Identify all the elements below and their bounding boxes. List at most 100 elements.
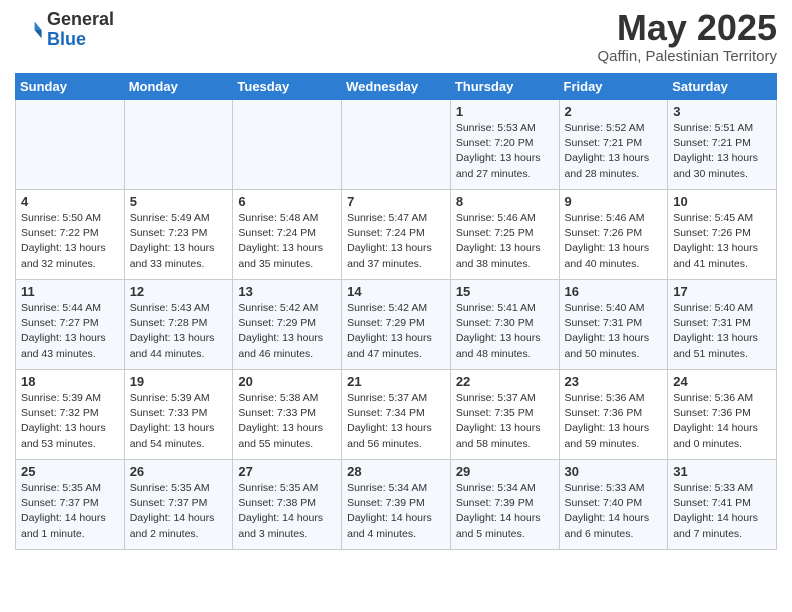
calendar-cell: 5 Sunrise: 5:49 AM Sunset: 7:23 PM Daylig… bbox=[124, 190, 233, 280]
calendar-cell: 3 Sunrise: 5:51 AM Sunset: 7:21 PM Daylig… bbox=[668, 100, 777, 190]
day-number: 31 bbox=[673, 464, 771, 479]
day-info: Sunrise: 5:48 AM Sunset: 7:24 PM Dayligh… bbox=[238, 211, 336, 272]
header-friday: Friday bbox=[559, 74, 668, 100]
day-info: Sunrise: 5:34 AM Sunset: 7:39 PM Dayligh… bbox=[347, 481, 445, 542]
logo: General Blue bbox=[15, 10, 114, 50]
day-info: Sunrise: 5:40 AM Sunset: 7:31 PM Dayligh… bbox=[565, 301, 663, 362]
calendar-cell bbox=[16, 100, 125, 190]
week-row-5: 25Sunrise: 5:35 AM Sunset: 7:37 PM Dayli… bbox=[16, 460, 777, 550]
day-info: Sunrise: 5:33 AM Sunset: 7:41 PM Dayligh… bbox=[673, 481, 771, 542]
header-monday: Monday bbox=[124, 74, 233, 100]
day-number: 8 bbox=[456, 194, 554, 209]
calendar-cell: 13 Sunrise: 5:42 AM Sunset: 7:29 PM Dayli… bbox=[233, 280, 342, 370]
calendar-cell: 30 Sunrise: 5:33 AM Sunset: 7:40 PM Dayli… bbox=[559, 460, 668, 550]
day-info: Sunrise: 5:41 AM Sunset: 7:30 PM Dayligh… bbox=[456, 301, 554, 362]
day-number: 26 bbox=[130, 464, 228, 479]
calendar-cell: 4Sunrise: 5:50 AM Sunset: 7:22 PM Daylig… bbox=[16, 190, 125, 280]
day-info: Sunrise: 5:36 AM Sunset: 7:36 PM Dayligh… bbox=[673, 391, 771, 452]
calendar-cell: 26 Sunrise: 5:35 AM Sunset: 7:37 PM Dayli… bbox=[124, 460, 233, 550]
day-number: 29 bbox=[456, 464, 554, 479]
calendar-cell: 24Sunrise: 5:36 AM Sunset: 7:36 PM Dayli… bbox=[668, 370, 777, 460]
day-number: 6 bbox=[238, 194, 336, 209]
week-row-2: 4Sunrise: 5:50 AM Sunset: 7:22 PM Daylig… bbox=[16, 190, 777, 280]
day-info: Sunrise: 5:46 AM Sunset: 7:25 PM Dayligh… bbox=[456, 211, 554, 272]
day-info: Sunrise: 5:52 AM Sunset: 7:21 PM Dayligh… bbox=[565, 121, 663, 182]
calendar-cell: 7 Sunrise: 5:47 AM Sunset: 7:24 PM Daylig… bbox=[342, 190, 451, 280]
calendar-cell: 2Sunrise: 5:52 AM Sunset: 7:21 PM Daylig… bbox=[559, 100, 668, 190]
calendar-cell: 17 Sunrise: 5:40 AM Sunset: 7:31 PM Dayli… bbox=[668, 280, 777, 370]
calendar-table: SundayMondayTuesdayWednesdayThursdayFrid… bbox=[15, 73, 777, 550]
calendar-cell: 12Sunrise: 5:43 AM Sunset: 7:28 PM Dayli… bbox=[124, 280, 233, 370]
day-info: Sunrise: 5:35 AM Sunset: 7:37 PM Dayligh… bbox=[130, 481, 228, 542]
header-tuesday: Tuesday bbox=[233, 74, 342, 100]
day-number: 9 bbox=[565, 194, 663, 209]
day-info: Sunrise: 5:46 AM Sunset: 7:26 PM Dayligh… bbox=[565, 211, 663, 272]
day-info: Sunrise: 5:40 AM Sunset: 7:31 PM Dayligh… bbox=[673, 301, 771, 362]
day-info: Sunrise: 5:45 AM Sunset: 7:26 PM Dayligh… bbox=[673, 211, 771, 272]
day-number: 18 bbox=[21, 374, 119, 389]
logo-blue: Blue bbox=[47, 30, 114, 50]
calendar-cell bbox=[342, 100, 451, 190]
calendar-cell: 6 Sunrise: 5:48 AM Sunset: 7:24 PM Daylig… bbox=[233, 190, 342, 280]
calendar-cell: 14Sunrise: 5:42 AM Sunset: 7:29 PM Dayli… bbox=[342, 280, 451, 370]
calendar-cell: 18Sunrise: 5:39 AM Sunset: 7:32 PM Dayli… bbox=[16, 370, 125, 460]
day-number: 13 bbox=[238, 284, 336, 299]
day-info: Sunrise: 5:53 AM Sunset: 7:20 PM Dayligh… bbox=[456, 121, 554, 182]
header-saturday: Saturday bbox=[668, 74, 777, 100]
calendar-cell bbox=[233, 100, 342, 190]
day-number: 21 bbox=[347, 374, 445, 389]
calendar-cell: 29Sunrise: 5:34 AM Sunset: 7:39 PM Dayli… bbox=[450, 460, 559, 550]
day-number: 30 bbox=[565, 464, 663, 479]
logo-general: General bbox=[47, 10, 114, 30]
day-info: Sunrise: 5:42 AM Sunset: 7:29 PM Dayligh… bbox=[238, 301, 336, 362]
calendar-cell: 19Sunrise: 5:39 AM Sunset: 7:33 PM Dayli… bbox=[124, 370, 233, 460]
header-wednesday: Wednesday bbox=[342, 74, 451, 100]
calendar-cell: 22 Sunrise: 5:37 AM Sunset: 7:35 PM Dayli… bbox=[450, 370, 559, 460]
day-info: Sunrise: 5:47 AM Sunset: 7:24 PM Dayligh… bbox=[347, 211, 445, 272]
header-row: SundayMondayTuesdayWednesdayThursdayFrid… bbox=[16, 74, 777, 100]
calendar-cell: 21 Sunrise: 5:37 AM Sunset: 7:34 PM Dayli… bbox=[342, 370, 451, 460]
calendar-cell: 11Sunrise: 5:44 AM Sunset: 7:27 PM Dayli… bbox=[16, 280, 125, 370]
day-number: 20 bbox=[238, 374, 336, 389]
calendar-cell: 1 Sunrise: 5:53 AM Sunset: 7:20 PM Daylig… bbox=[450, 100, 559, 190]
location: Qaffin, Palestinian Territory bbox=[597, 48, 777, 65]
day-number: 19 bbox=[130, 374, 228, 389]
day-info: Sunrise: 5:33 AM Sunset: 7:40 PM Dayligh… bbox=[565, 481, 663, 542]
day-info: Sunrise: 5:42 AM Sunset: 7:29 PM Dayligh… bbox=[347, 301, 445, 362]
day-number: 27 bbox=[238, 464, 336, 479]
day-info: Sunrise: 5:35 AM Sunset: 7:37 PM Dayligh… bbox=[21, 481, 119, 542]
day-number: 10 bbox=[673, 194, 771, 209]
logo-icon bbox=[15, 16, 43, 44]
calendar-cell: 23 Sunrise: 5:36 AM Sunset: 7:36 PM Dayli… bbox=[559, 370, 668, 460]
week-row-4: 18Sunrise: 5:39 AM Sunset: 7:32 PM Dayli… bbox=[16, 370, 777, 460]
day-number: 23 bbox=[565, 374, 663, 389]
calendar-cell: 25Sunrise: 5:35 AM Sunset: 7:37 PM Dayli… bbox=[16, 460, 125, 550]
calendar-cell: 15Sunrise: 5:41 AM Sunset: 7:30 PM Dayli… bbox=[450, 280, 559, 370]
day-info: Sunrise: 5:49 AM Sunset: 7:23 PM Dayligh… bbox=[130, 211, 228, 272]
day-info: Sunrise: 5:44 AM Sunset: 7:27 PM Dayligh… bbox=[21, 301, 119, 362]
day-number: 5 bbox=[130, 194, 228, 209]
day-info: Sunrise: 5:36 AM Sunset: 7:36 PM Dayligh… bbox=[565, 391, 663, 452]
day-number: 22 bbox=[456, 374, 554, 389]
day-info: Sunrise: 5:37 AM Sunset: 7:35 PM Dayligh… bbox=[456, 391, 554, 452]
calendar-cell: 27 Sunrise: 5:35 AM Sunset: 7:38 PM Dayli… bbox=[233, 460, 342, 550]
header-thursday: Thursday bbox=[450, 74, 559, 100]
day-info: Sunrise: 5:35 AM Sunset: 7:38 PM Dayligh… bbox=[238, 481, 336, 542]
day-info: Sunrise: 5:37 AM Sunset: 7:34 PM Dayligh… bbox=[347, 391, 445, 452]
day-info: Sunrise: 5:51 AM Sunset: 7:21 PM Dayligh… bbox=[673, 121, 771, 182]
day-number: 7 bbox=[347, 194, 445, 209]
calendar-cell: 20 Sunrise: 5:38 AM Sunset: 7:33 PM Dayli… bbox=[233, 370, 342, 460]
calendar-cell: 8 Sunrise: 5:46 AM Sunset: 7:25 PM Daylig… bbox=[450, 190, 559, 280]
day-number: 17 bbox=[673, 284, 771, 299]
calendar-cell: 28Sunrise: 5:34 AM Sunset: 7:39 PM Dayli… bbox=[342, 460, 451, 550]
day-number: 1 bbox=[456, 104, 554, 119]
day-number: 3 bbox=[673, 104, 771, 119]
page-header: General Blue May 2025 Qaffin, Palestinia… bbox=[15, 10, 777, 65]
calendar-cell: 9 Sunrise: 5:46 AM Sunset: 7:26 PM Daylig… bbox=[559, 190, 668, 280]
logo-text: General Blue bbox=[47, 10, 114, 50]
month-title: May 2025 bbox=[597, 10, 777, 46]
day-info: Sunrise: 5:43 AM Sunset: 7:28 PM Dayligh… bbox=[130, 301, 228, 362]
day-number: 4 bbox=[21, 194, 119, 209]
day-info: Sunrise: 5:38 AM Sunset: 7:33 PM Dayligh… bbox=[238, 391, 336, 452]
week-row-1: 1 Sunrise: 5:53 AM Sunset: 7:20 PM Daylig… bbox=[16, 100, 777, 190]
